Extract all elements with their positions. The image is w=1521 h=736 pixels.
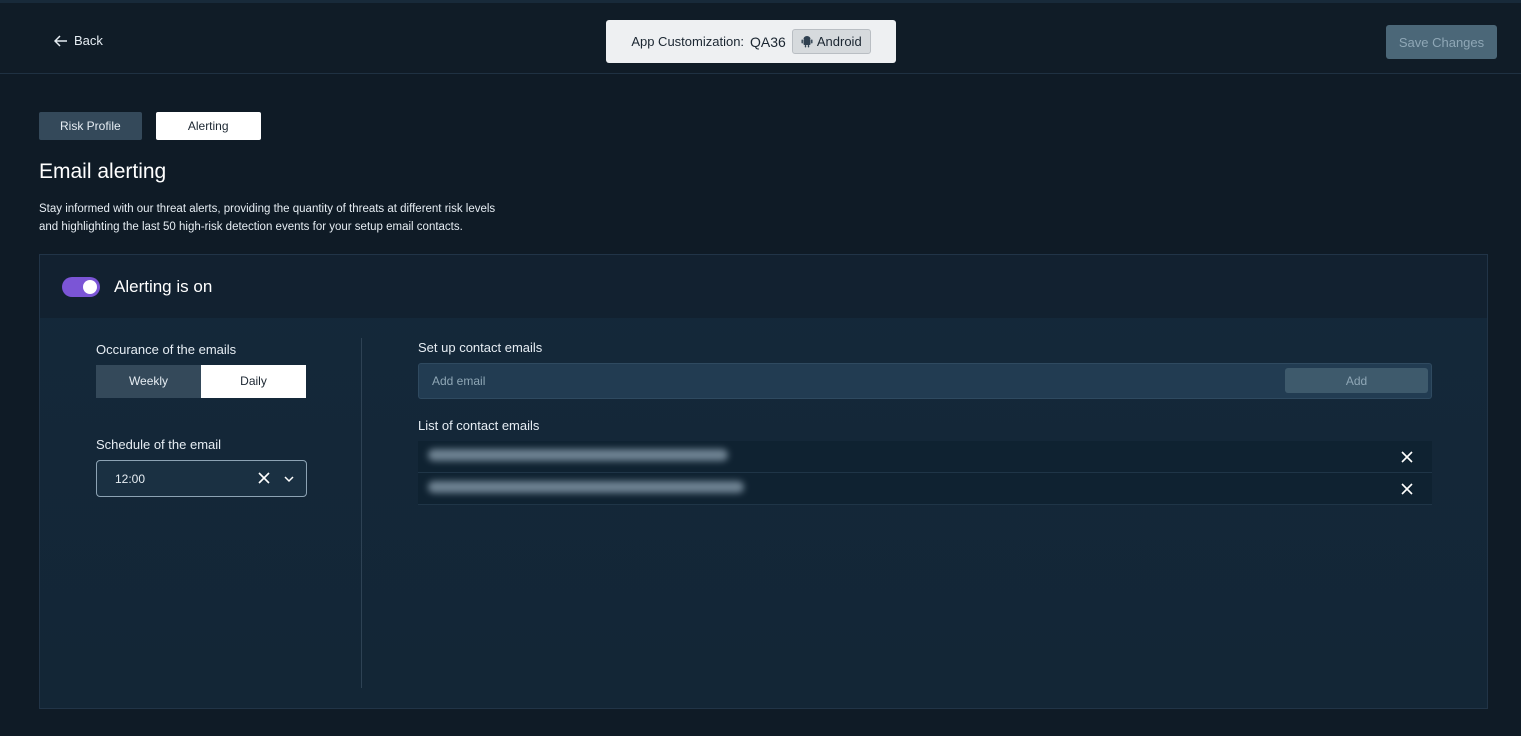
app-customization-chip: App Customization: QA36 Android [606,20,896,63]
android-icon [801,36,813,48]
tab-alerting[interactable]: Alerting [155,112,261,140]
occurrence-label: Occurance of the emails [96,342,237,357]
chevron-down-icon[interactable] [283,474,295,484]
app-customization-label: App Customization: [631,34,745,49]
arrow-left-icon [54,34,67,47]
schedule-time-select[interactable]: 12:00 [96,460,307,497]
page-description: Stay informed with our threat alerts, pr… [39,200,639,236]
column-divider [361,338,362,688]
schedule-label: Schedule of the email [96,437,222,452]
setup-contact-label: Set up contact emails [418,340,543,355]
contact-emails-column: Set up contact emails Add List of contac… [418,340,1432,505]
page-title: Email alerting [39,160,167,183]
occurrence-segmented-control: Weekly Daily [96,365,306,398]
schedule-time-value: 12:00 [115,471,146,486]
occurrence-daily-option[interactable]: Daily [201,365,306,398]
alerting-toggle[interactable] [62,276,100,297]
add-email-input[interactable] [419,364,1279,398]
top-bar: Back App Customization: QA36 Android Sav… [0,0,1521,74]
list-item [418,441,1432,473]
add-email-row: Add [418,363,1432,399]
contact-email-list [418,441,1432,505]
back-button[interactable]: Back [54,33,103,48]
email-settings-column: Occurance of the emails Weekly Daily Sch… [96,342,307,497]
back-label: Back [74,33,103,48]
alerting-card: Alerting is on Occurance of the emails W… [39,254,1488,709]
redacted-email [428,481,744,493]
tab-risk-profile[interactable]: Risk Profile [39,112,142,140]
description-line-2: and highlighting the last 50 high-risk d… [39,221,463,233]
platform-label: Android [816,34,862,49]
app-name: QA36 [750,33,786,50]
close-icon[interactable] [257,471,271,485]
contact-list-label: List of contact emails [418,418,540,433]
description-line-1: Stay informed with our threat alerts, pr… [39,203,496,215]
tabs: Risk Profile Alerting [39,112,261,140]
save-changes-button[interactable]: Save Changes [1386,25,1497,59]
alerting-card-header: Alerting is on [40,255,1487,318]
platform-badge: Android [791,29,871,54]
add-email-button[interactable]: Add [1285,368,1428,393]
alerting-toggle-label: Alerting is on [114,276,213,296]
close-icon[interactable] [1401,483,1413,495]
occurrence-weekly-option[interactable]: Weekly [96,365,201,398]
close-icon[interactable] [1401,451,1413,463]
list-item [418,473,1432,505]
redacted-email [428,449,728,461]
